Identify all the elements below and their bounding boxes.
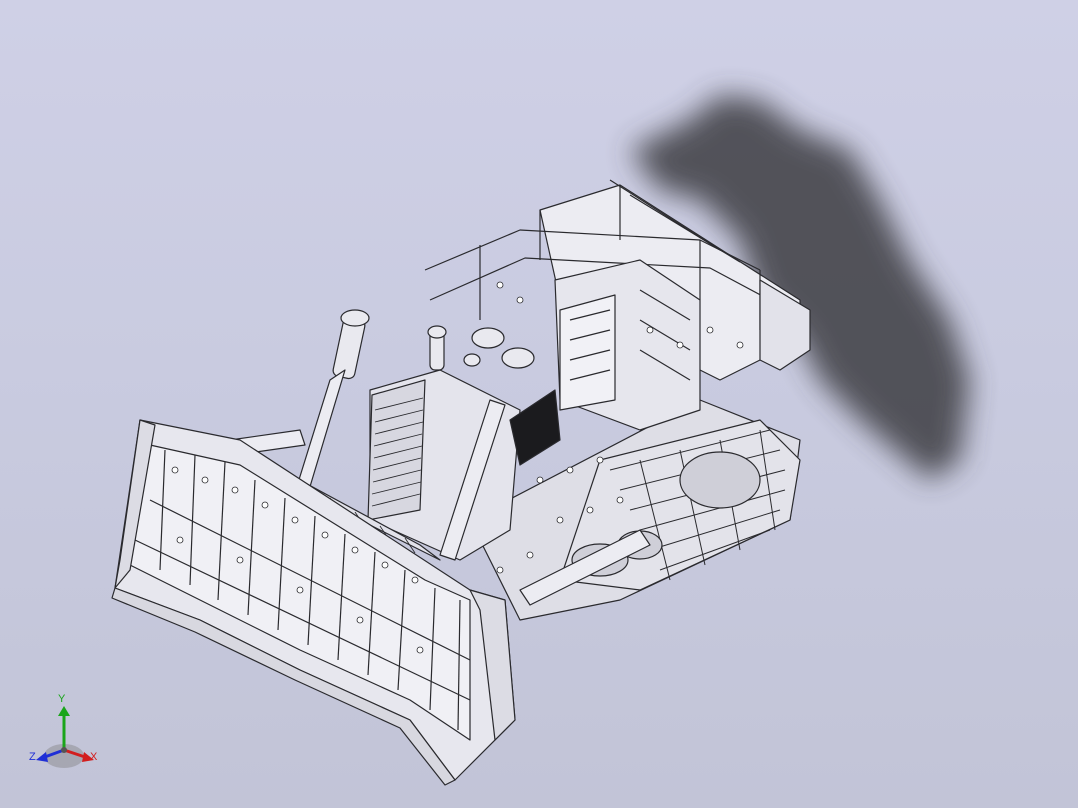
z-axis-label: Z [29,751,36,763]
air-cleaners [463,327,535,369]
graphics-viewport[interactable]: Y X Z [0,0,1078,808]
radiator-grille [367,379,426,521]
y-axis-label: Y [58,693,66,705]
exhaust-stacks [332,309,447,380]
x-axis-label: X [90,751,98,763]
engine-vent [509,389,561,466]
cab-side [559,294,616,411]
bulldozer-model[interactable] [0,0,1078,808]
coordinate-triad: Y X Z [26,694,106,774]
